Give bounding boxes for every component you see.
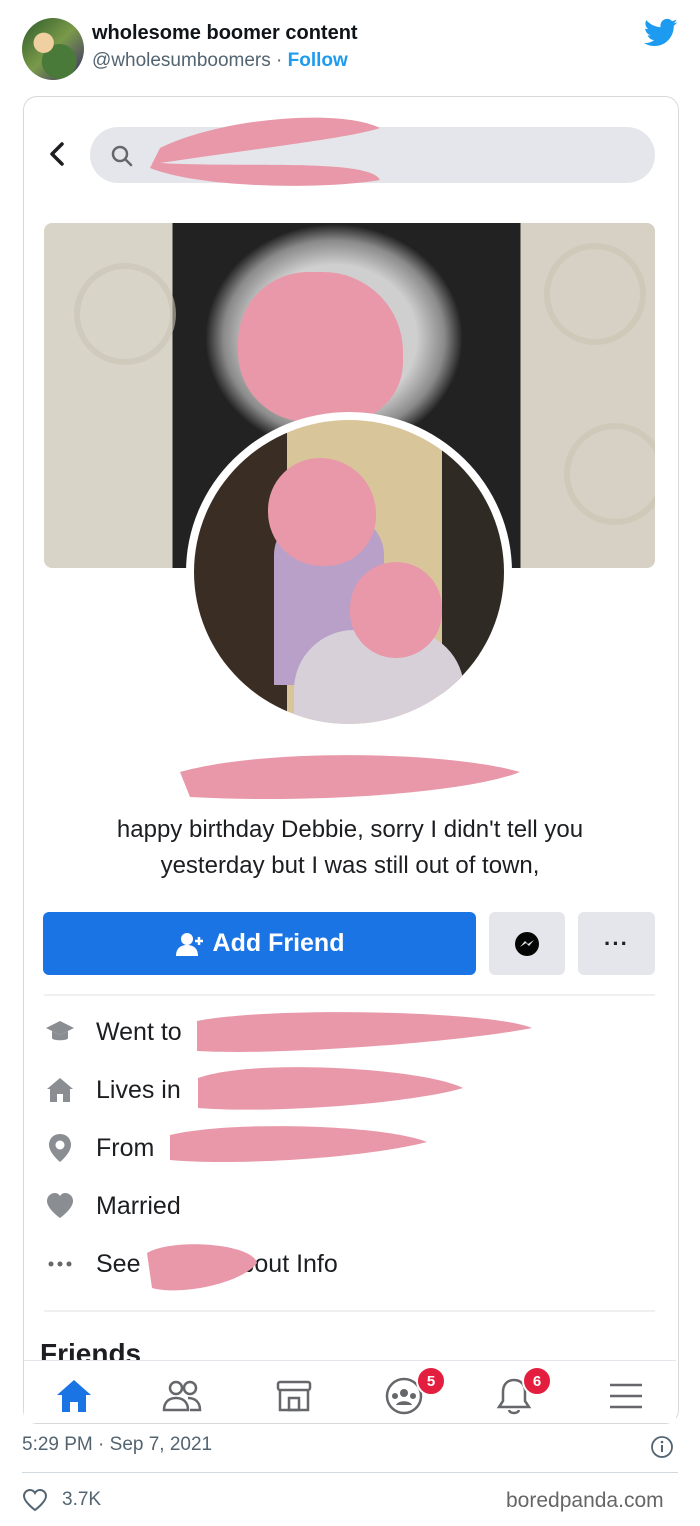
- avatar[interactable]: [22, 18, 84, 80]
- redaction-hometown: [170, 1126, 427, 1162]
- went-to-label: Went to: [96, 1017, 182, 1046]
- married-label: Married: [96, 1191, 181, 1220]
- bio-line-2: yesterday but I was still out of town,: [160, 852, 540, 879]
- display-name[interactable]: wholesome boomer content: [92, 22, 358, 45]
- add-friend-button[interactable]: Add Friend: [43, 912, 476, 975]
- messenger-button[interactable]: [489, 912, 565, 975]
- messenger-icon: [515, 931, 539, 956]
- like-count[interactable]: 3.7K: [62, 1489, 101, 1511]
- redaction-face-1: [268, 458, 376, 566]
- home-icon: [47, 1078, 73, 1102]
- redaction-school: [197, 1012, 532, 1052]
- menu-tab-icon[interactable]: [604, 1374, 648, 1418]
- watermark: boredpanda.com: [506, 1489, 664, 1512]
- groups-badge: 5: [416, 1366, 446, 1396]
- info-row-relationship[interactable]: Married: [44, 1186, 655, 1226]
- bio-line-1: happy birthday Debbie, sorry I didn't te…: [116, 816, 584, 843]
- bio-text: happy birthday Debbie, sorry I didn't te…: [60, 812, 640, 884]
- bottom-tab-bar: [24, 1360, 676, 1423]
- redaction-cover-face: [238, 272, 403, 422]
- lives-in-label: Lives in: [96, 1075, 181, 1104]
- handle-line: @wholesumboomers · Follow: [92, 50, 348, 72]
- twitter-bird-icon[interactable]: [644, 18, 678, 48]
- heart-icon: [47, 1193, 73, 1218]
- search-icon: [111, 145, 133, 167]
- home-tab-icon[interactable]: [52, 1374, 96, 1418]
- more-dots-icon: [48, 1261, 72, 1267]
- redaction-see-about: [147, 1244, 257, 1291]
- tweet-timestamp[interactable]: 5:29 PM · Sep 7, 2021: [22, 1434, 212, 1456]
- redaction-lives-in: [198, 1067, 463, 1110]
- like-heart-icon[interactable]: [22, 1488, 48, 1512]
- graduation-cap-icon: [46, 1021, 74, 1041]
- see-label: See: [96, 1249, 141, 1278]
- divider: [44, 1310, 655, 1312]
- redaction-face-2: [350, 562, 442, 658]
- more-options-button[interactable]: ···: [578, 912, 655, 975]
- back-arrow-icon[interactable]: [44, 140, 72, 168]
- add-person-icon: [175, 932, 203, 956]
- redaction-search: [150, 117, 380, 186]
- see-about-info-link[interactable]: See bout Info: [44, 1244, 655, 1284]
- handle[interactable]: @wholesumboomers: [92, 50, 271, 71]
- separator: ·: [270, 50, 288, 71]
- notifications-badge: 6: [522, 1366, 552, 1396]
- divider: [22, 1472, 678, 1473]
- divider: [44, 994, 655, 996]
- from-label: From: [96, 1133, 155, 1162]
- follow-button[interactable]: Follow: [288, 50, 348, 71]
- redaction-profile-name: [180, 755, 520, 800]
- marketplace-tab-icon[interactable]: [272, 1374, 316, 1418]
- location-pin-icon: [49, 1134, 71, 1162]
- friends-tab-icon[interactable]: [160, 1374, 204, 1418]
- add-friend-label: Add Friend: [212, 929, 345, 957]
- info-icon[interactable]: [650, 1435, 674, 1459]
